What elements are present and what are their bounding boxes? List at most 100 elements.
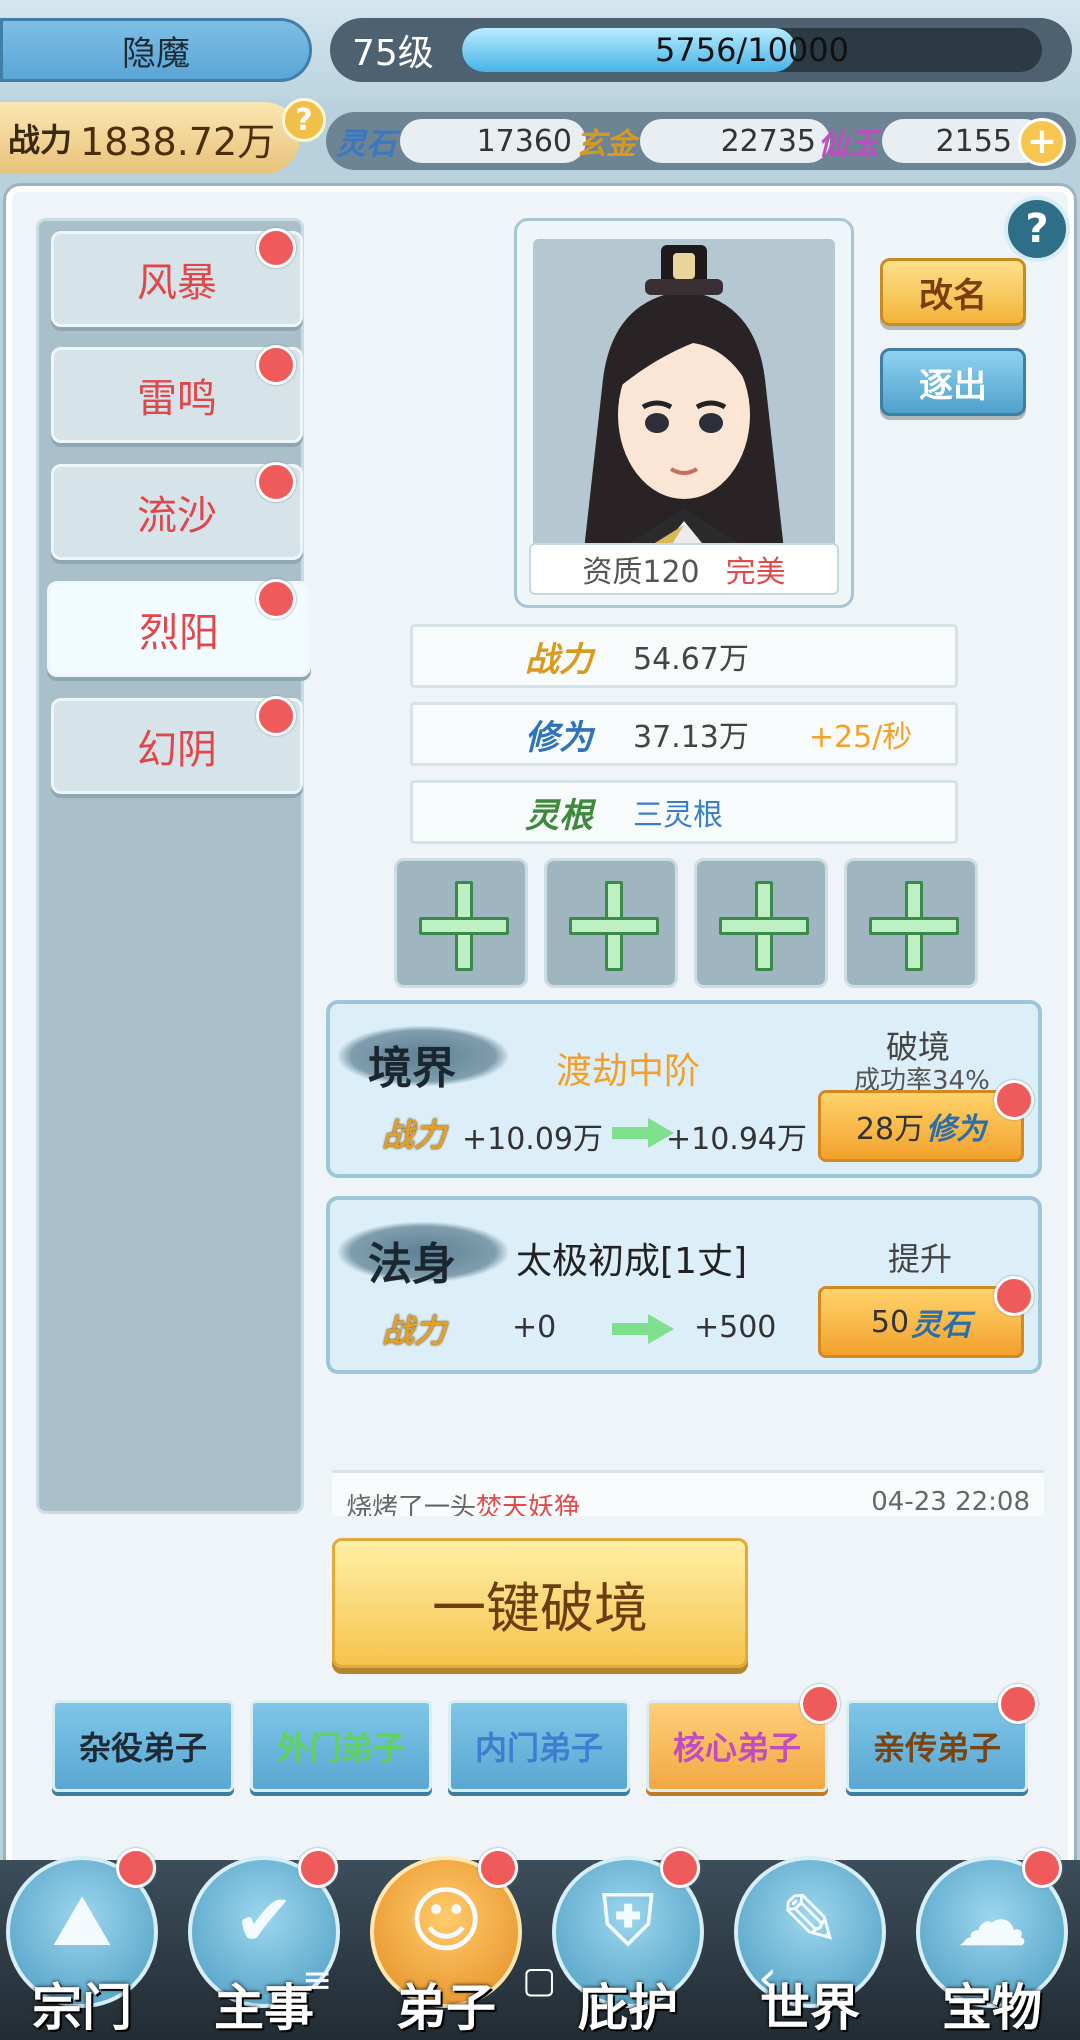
realm-stage: 渡劫中阶 — [556, 1051, 701, 1092]
back-key-icon[interactable]: ‹ — [758, 1950, 777, 2006]
equipment-slot-1[interactable] — [394, 858, 528, 988]
realm-title-bg: 境界 — [338, 1026, 508, 1094]
arrow-right-icon — [612, 1314, 674, 1344]
currency-value: 17360 — [400, 119, 586, 163]
disciple-portrait-frame: 资质120 完美 — [514, 218, 854, 608]
realm-card: 境界 渡劫中阶 破境 成功率34% 战力 +10.09万 +10.94万 28万… — [326, 1000, 1042, 1178]
currency-name: 玄金 — [576, 127, 636, 162]
stat-power: 战力 54.67万 — [410, 624, 958, 688]
tab-label: 风暴 — [137, 260, 217, 306]
one-click-breakthrough-button[interactable]: 一键破境 — [332, 1538, 748, 1668]
world-icon: ✎ — [779, 1878, 841, 1962]
dharma-power-to: +500 — [694, 1310, 777, 1345]
add-currency-icon[interactable]: + — [1018, 118, 1066, 166]
power-value: 1838.72万 — [80, 119, 276, 164]
dharma-card: 法身 太极初成[1丈] 提升 战力 +0 +500 50 灵石 — [326, 1196, 1042, 1374]
notification-dot — [660, 1848, 700, 1888]
stat-rate: +25/秒 — [808, 720, 913, 755]
realm-power-from: +10.09万 — [462, 1122, 604, 1157]
tab-label: 雷鸣 — [137, 376, 217, 422]
rank-tab-inner[interactable]: 内门弟子 — [448, 1700, 630, 1792]
equipment-slot-4[interactable] — [844, 858, 978, 988]
rank-tab-label: 外门弟子 — [276, 1729, 405, 1767]
cost-unit: 修为 — [926, 1112, 987, 1147]
total-power: 战力 1838.72万 — [0, 102, 300, 174]
exp-bar: 5756/10000 — [462, 28, 1042, 72]
disciple-icon: ☺ — [408, 1878, 484, 1962]
disciple-portrait — [533, 239, 835, 559]
tab-label: 幻阴 — [137, 727, 217, 773]
notification-dot — [994, 1276, 1034, 1316]
realm-title: 境界 — [368, 1043, 456, 1094]
nav-world[interactable]: ✎ 世界 — [730, 1850, 890, 2040]
equipment-slot-2[interactable] — [544, 858, 678, 988]
tab-label: 烈阳 — [139, 610, 219, 656]
log-message: 烧烤了一头 — [346, 1493, 477, 1516]
plus-icon — [719, 881, 809, 971]
level-label: 75级 — [352, 33, 434, 74]
aptitude-value: 资质120 — [582, 555, 700, 590]
arrow-right-icon — [612, 1118, 674, 1148]
notification-dot — [256, 579, 296, 619]
notification-dot — [478, 1848, 518, 1888]
notification-dot — [994, 1080, 1034, 1120]
notification-dot — [116, 1848, 156, 1888]
stat-value: 54.67万 — [633, 642, 749, 677]
currency-name: 仙玉 — [818, 127, 878, 162]
equipment-slot-3[interactable] — [694, 858, 828, 988]
dharma-power-from: +0 — [512, 1310, 557, 1345]
plus-icon — [419, 881, 509, 971]
stat-name: 修为 — [525, 717, 593, 758]
dharma-stage: 太极初成[1丈] — [516, 1241, 747, 1282]
sect-icon: ⛰ — [51, 1878, 113, 1962]
log-highlight: 焚天妖狰 — [476, 1493, 581, 1516]
home-key-icon[interactable]: ▢ — [522, 1960, 556, 2001]
currency-name: 灵石 — [336, 127, 396, 162]
disciple-tab-list: 风暴 雷鸣 流沙 烈阳 幻阴 — [36, 218, 311, 1514]
currency-spirit-stone: 灵石 17360 — [336, 116, 586, 166]
rank-tab-label: 杂役弟子 — [78, 1729, 207, 1767]
tab-label: 流沙 — [137, 493, 217, 539]
realm-power-to: +10.94万 — [666, 1122, 808, 1157]
help-icon[interactable]: ? — [1004, 196, 1070, 262]
nav-label: 宗门 — [32, 1978, 132, 2037]
treasure-icon: ☁ — [956, 1878, 1028, 1962]
rank-tab-label: 核心弟子 — [672, 1729, 801, 1767]
player-name[interactable]: 隐魔 — [0, 18, 312, 82]
nav-label: 庇护 — [578, 1978, 678, 2037]
exp-text: 5756/10000 — [654, 31, 849, 69]
stat-spirit-root: 灵根 三灵根 — [410, 780, 958, 844]
level-panel: 75级 5756/10000 — [330, 18, 1072, 82]
rename-button[interactable]: 改名 — [880, 258, 1026, 326]
dharma-title-bg: 法身 — [338, 1222, 508, 1290]
cost-amount: 50 — [870, 1304, 910, 1340]
protect-icon: ⛨ — [600, 1878, 655, 1962]
rank-tab-label: 内门弟子 — [474, 1729, 603, 1767]
power-help-icon[interactable]: ? — [282, 98, 326, 142]
log-text: 烧烤了一头焚天妖狰 — [346, 1487, 580, 1516]
notification-dot — [256, 462, 296, 502]
event-log[interactable]: 烧烤了一头焚天妖狰 04-23 22:08 — [332, 1470, 1044, 1516]
currency-value: 22735 — [640, 119, 830, 163]
nav-label: 弟子 — [396, 1978, 496, 2037]
realm-power-label: 战力 — [382, 1116, 447, 1154]
expel-button[interactable]: 逐出 — [880, 348, 1026, 416]
rank-tab-servant[interactable]: 杂役弟子 — [52, 1700, 234, 1792]
notification-dot — [256, 228, 296, 268]
notification-dot — [256, 345, 296, 385]
nav-label: 世界 — [760, 1978, 860, 2037]
stat-name: 战力 — [525, 639, 593, 680]
dharma-power-label: 战力 — [382, 1312, 447, 1350]
dharma-action-label: 提升 — [888, 1240, 953, 1278]
log-time: 04-23 22:08 — [871, 1487, 1030, 1516]
plus-icon — [869, 881, 959, 971]
menu-key-icon[interactable]: ≡ — [302, 1960, 332, 2001]
notification-dot — [1022, 1848, 1062, 1888]
rank-tab-outer[interactable]: 外门弟子 — [250, 1700, 432, 1792]
power-label: 战力 — [8, 121, 73, 159]
notification-dot — [800, 1684, 840, 1724]
rank-tab-core[interactable]: 核心弟子 — [646, 1700, 828, 1792]
dharma-title: 法身 — [368, 1239, 456, 1290]
task-icon: ✔ — [233, 1878, 295, 1962]
cost-amount: 28万 — [855, 1112, 925, 1147]
